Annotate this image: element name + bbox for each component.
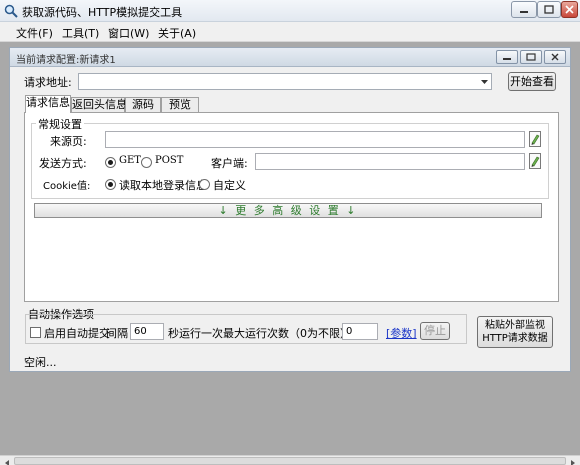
menu-about[interactable]: 关于(A) [158,25,196,41]
app-title: 获取源代码、HTTP模拟提交工具 [22,6,183,19]
more-advanced-settings-button[interactable]: ↓ 更 多 高 级 设 置 ↓ [34,203,542,218]
url-label: 请求地址: [24,76,72,89]
auto-submit-label[interactable]: 启用自动提交 [44,325,110,341]
menu-tools[interactable]: 工具(T) [62,25,99,41]
scroll-right-icon[interactable] [569,457,577,465]
child-close-button[interactable] [544,50,566,64]
interval-unit-label: 秒运行一次 [168,327,223,340]
client-edit-button[interactable] [529,153,541,169]
menu-bar: 文件(F) 工具(T) 窗口(W) 关于(A) [0,22,580,42]
horizontal-scrollbar[interactable] [0,455,580,465]
close-button[interactable] [561,1,578,18]
method-post-label[interactable]: POST [155,155,183,166]
stop-button[interactable]: 停止 [420,322,450,340]
scrollbar-thumb[interactable] [14,457,566,465]
dropdown-arrow-icon[interactable] [480,76,489,90]
request-info-panel: 常规设置 来源页: 发送方式: GET POST 客户端: Cookie值: 读… [24,112,559,302]
maximize-icon [544,5,554,14]
magnifier-app-icon [4,4,18,18]
tab-response-headers[interactable]: 返回头信息 [71,97,127,113]
cookie-custom-radio[interactable] [199,179,210,190]
child-title-bar: 当前请求配置:新请求1 [10,48,570,67]
method-label: 发送方式: [39,157,87,170]
minimize-icon [503,58,511,60]
tab-request-info[interactable]: 请求信息 [25,95,71,113]
cookie-local-label[interactable]: 读取本地登录信息 [119,177,207,193]
tab-preview[interactable]: 预览 [161,97,199,113]
max-runs-input[interactable]: 0 [342,323,378,340]
request-config-window: 当前请求配置:新请求1 请求地址: 开始查看 请求信息 返回头信息 源码 预览 … [9,47,571,372]
params-link[interactable]: [参数] [386,325,417,341]
interval-input[interactable]: 60 [130,323,164,340]
minimize-button[interactable] [511,1,537,18]
paste-button-line2: HTTP请求数据 [482,333,548,344]
general-settings-caption: 常规设置 [36,116,84,132]
interval-label: 间隔 [106,327,128,340]
referer-edit-button[interactable] [529,131,541,147]
method-get-label[interactable]: GET [119,155,141,166]
maximize-button[interactable] [537,1,561,18]
client-input[interactable] [255,153,525,170]
auto-submit-checkbox[interactable] [30,327,41,338]
cookie-custom-label[interactable]: 自定义 [213,177,246,193]
pencil-icon [531,156,540,167]
app-title-bar: 获取源代码、HTTP模拟提交工具 [0,0,580,22]
method-get-radio[interactable] [105,157,116,168]
child-minimize-button[interactable] [496,50,518,64]
status-text: 空闲... [24,356,57,369]
menu-file[interactable]: 文件(F) [16,25,53,41]
paste-button-line1: 粘贴外部监视 [485,320,545,331]
scroll-left-icon[interactable] [3,457,11,465]
referer-label: 来源页: [50,135,87,148]
cookie-local-radio[interactable] [105,179,116,190]
max-runs-label: 最大运行次数（0为不限）: [223,327,355,340]
tab-source[interactable]: 源码 [125,97,161,113]
referer-input[interactable] [105,131,525,148]
url-combobox[interactable] [78,73,492,90]
cookie-label: Cookie值: [43,181,91,192]
paste-http-request-button[interactable]: 粘贴外部监视 HTTP请求数据 [477,316,553,348]
minimize-icon [520,11,528,13]
child-title: 当前请求配置:新请求1 [16,55,116,66]
client-label: 客户端: [211,157,248,170]
start-view-button[interactable]: 开始查看 [508,72,556,91]
method-post-radio[interactable] [141,157,152,168]
restore-icon [526,53,536,61]
close-icon [565,5,574,14]
pencil-icon [531,134,540,145]
close-icon [551,53,559,61]
child-restore-button[interactable] [520,50,542,64]
menu-window[interactable]: 窗口(W) [108,25,149,41]
